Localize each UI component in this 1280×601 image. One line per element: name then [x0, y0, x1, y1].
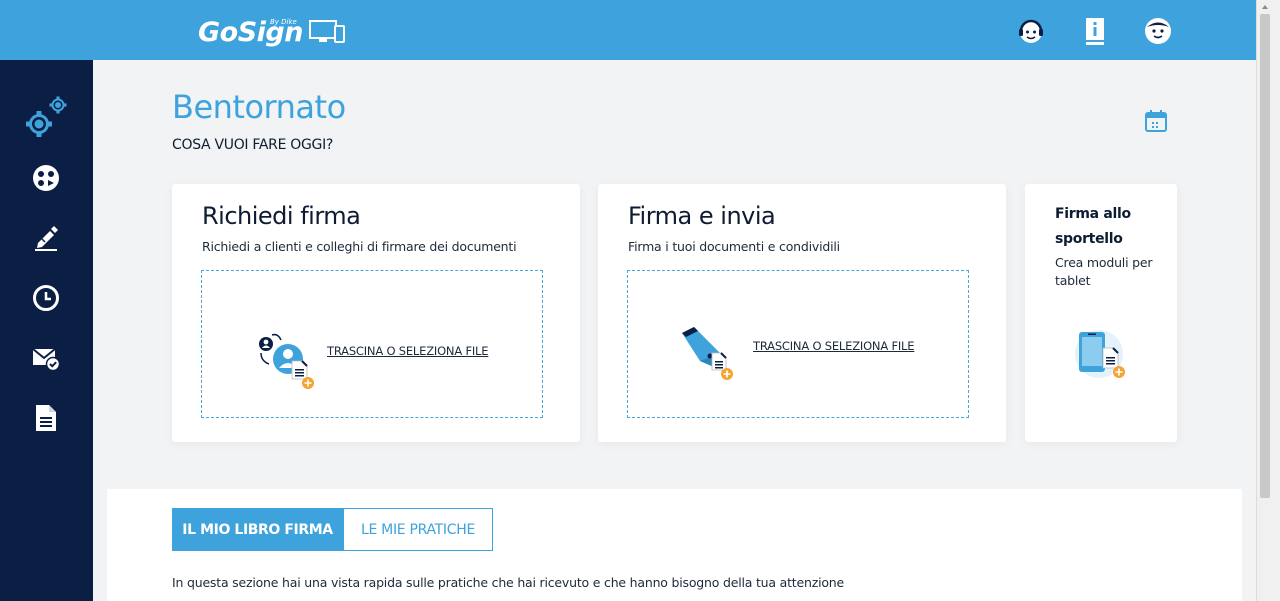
sign-send-card: Firma e invia Firma i tuoi documenti e c… — [598, 184, 1006, 442]
page-subtitle: COSA VUOI FARE OGGI? — [172, 137, 334, 153]
document-icon[interactable] — [26, 398, 66, 438]
sidebar — [0, 60, 93, 601]
calendar-icon[interactable] — [1143, 108, 1169, 134]
gosign-logo[interactable]: GoSign By Dike — [198, 12, 345, 52]
user-icon[interactable] — [1143, 16, 1173, 46]
tablet-icon — [1075, 330, 1125, 378]
tab-libro-firma[interactable]: IL MIO LIBRO FIRMA — [172, 508, 343, 551]
sign-send-desc: Firma i tuoi documenti e condividili — [628, 239, 840, 254]
request-sign-dropzone[interactable]: TRASCINA O SELEZIONA FILE — [201, 270, 543, 418]
counter-sign-title: Firma allo sportello — [1055, 206, 1131, 247]
scroll-up-icon[interactable] — [1260, 2, 1270, 12]
logo-by: By Dike — [270, 18, 297, 26]
sign-send-title: Firma e invia — [628, 202, 776, 230]
top-bar: GoSign By Dike — [0, 0, 1256, 60]
mail-check-icon[interactable] — [26, 338, 66, 378]
counter-sign-desc: Crea moduli per tablet — [1055, 255, 1153, 288]
page-title: Bentornato — [172, 88, 346, 126]
dashboard-icon[interactable] — [26, 158, 66, 198]
scroll-thumb[interactable] — [1260, 14, 1270, 498]
request-sign-title: Richiedi firma — [202, 202, 361, 230]
device-icon — [308, 20, 345, 43]
request-sign-desc: Richiedi a clienti e colleghi di firmare… — [202, 239, 517, 254]
sign-send-dropzone[interactable]: TRASCINA O SELEZIONA FILE — [627, 270, 969, 418]
request-users-icon — [259, 333, 314, 389]
history-icon[interactable] — [26, 278, 66, 318]
section-description: In questa sezione hai una vista rapida s… — [172, 575, 845, 590]
page-scrollbar[interactable] — [1256, 0, 1280, 601]
support-icon[interactable] — [1016, 16, 1046, 46]
sign-icon[interactable] — [26, 218, 66, 258]
bottom-panel: IL MIO LIBRO FIRMA LE MIE PRATICHE In qu… — [107, 489, 1242, 601]
sign-send-upload-link[interactable]: TRASCINA O SELEZIONA FILE — [753, 339, 915, 353]
request-sign-card: Richiedi firma Richiedi a clienti e coll… — [172, 184, 580, 442]
pen-nib-icon — [682, 327, 733, 380]
info-icon[interactable] — [1080, 16, 1110, 46]
request-sign-upload-link[interactable]: TRASCINA O SELEZIONA FILE — [327, 344, 489, 358]
tab-pratiche[interactable]: LE MIE PRATICHE — [343, 508, 493, 551]
settings-icon[interactable] — [24, 94, 70, 140]
counter-sign-card[interactable]: Firma allo sportello Crea moduli per tab… — [1025, 184, 1177, 442]
